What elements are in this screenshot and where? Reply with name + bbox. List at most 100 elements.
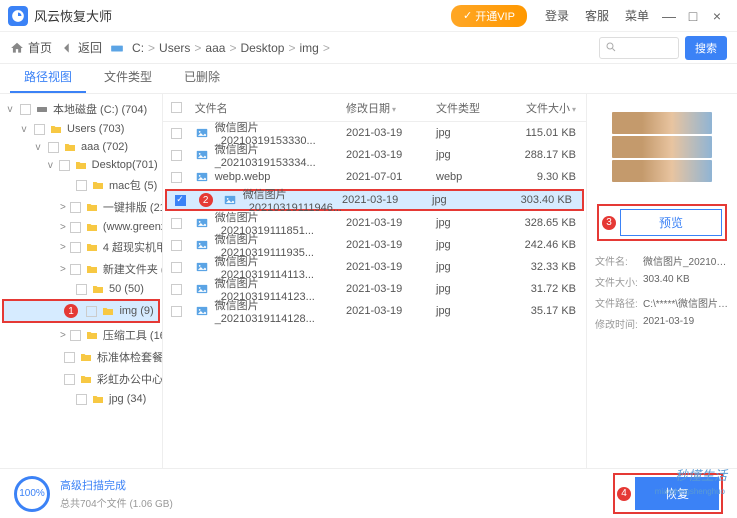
sidebar-tree: v本地磁盘 (C:) (704)vUsers (703)vaaa (702)vD… (0, 94, 163, 468)
tree-item[interactable]: 彩虹办公中心 (0, 368, 162, 390)
tab-路径视图[interactable]: 路径视图 (10, 62, 86, 93)
file-type: jpg (436, 149, 506, 161)
tree-checkbox[interactable] (48, 142, 59, 153)
tree-item[interactable]: 标准体检套餐-上海版 (1) (0, 346, 162, 368)
tree-toggle[interactable]: v (32, 142, 44, 153)
tree-item[interactable]: 50 (50) (0, 280, 162, 298)
tab-文件类型[interactable]: 文件类型 (90, 62, 166, 93)
image-file-icon (195, 238, 209, 252)
col-type[interactable]: 文件类型 (436, 100, 506, 116)
meta-date-val: 2021-03-19 (643, 316, 694, 331)
tree-item[interactable]: 1img (9) (4, 301, 158, 321)
file-checkbox[interactable] (175, 195, 186, 206)
tree-label: mac包 (5) (109, 177, 157, 193)
breadcrumb-item[interactable]: Users (159, 41, 190, 55)
file-checkbox[interactable] (171, 240, 182, 251)
tree-checkbox[interactable] (20, 104, 31, 115)
meta-name-val: 微信图片_20210319... (643, 253, 729, 268)
tree-label: 彩虹办公中心 (97, 371, 163, 387)
tree-checkbox[interactable] (76, 180, 87, 191)
file-checkbox[interactable] (171, 262, 182, 273)
tree-toggle[interactable]: > (60, 264, 66, 275)
breadcrumb-item[interactable]: aaa (205, 41, 225, 55)
tree-checkbox[interactable] (70, 202, 81, 213)
file-row[interactable]: webp.webp2021-07-01webp9.30 KB (163, 166, 586, 188)
tree-checkbox[interactable] (70, 222, 81, 233)
preview-panel: 3 预览 文件名:微信图片_20210319... 文件大小:303.40 KB… (587, 94, 737, 468)
back-button[interactable]: 返回 (60, 39, 102, 56)
file-checkbox[interactable] (171, 284, 182, 295)
breadcrumb-item[interactable]: C: (132, 41, 144, 55)
tree-label: 4 超现实机甲线稿 (278) (103, 239, 163, 255)
home-button[interactable]: 首页 (10, 39, 52, 56)
file-size: 328.65 KB (506, 217, 586, 229)
minimize-button[interactable]: — (657, 4, 681, 28)
file-date: 2021-07-01 (346, 171, 436, 183)
vip-button[interactable]: 开通VIP (451, 5, 527, 27)
tree-item[interactable]: >一键排版 (215) (0, 196, 162, 218)
tree-item[interactable]: >新建文件夹 (46) (0, 258, 162, 280)
col-size[interactable]: 文件大小▾ (506, 100, 586, 116)
progress-circle: 100% (14, 476, 50, 512)
close-button[interactable]: × (705, 4, 729, 28)
file-checkbox[interactable] (171, 128, 182, 139)
search-button[interactable]: 搜索 (685, 36, 727, 60)
file-checkbox[interactable] (171, 172, 182, 183)
file-date: 2021-03-19 (346, 239, 436, 251)
tree-toggle[interactable]: v (18, 124, 30, 135)
tree-checkbox[interactable] (59, 160, 70, 171)
breadcrumb-sep: > (323, 41, 330, 55)
tree-checkbox[interactable] (34, 124, 45, 135)
tree-item[interactable]: jpg (34) (0, 390, 162, 408)
file-row[interactable]: 微信图片_20210319114128...2021-03-19jpg35.17… (163, 300, 586, 322)
select-all-checkbox[interactable] (171, 102, 182, 113)
tab-已删除[interactable]: 已删除 (170, 62, 234, 93)
login-link[interactable]: 登录 (545, 7, 569, 24)
meta-path-label: 文件路径: (595, 295, 643, 310)
image-file-icon (195, 282, 209, 296)
tree-checkbox[interactable] (76, 284, 87, 295)
tree-checkbox[interactable] (76, 394, 87, 405)
menu-link[interactable]: 菜单 (625, 7, 649, 24)
tree-item[interactable]: vDesktop(701) (0, 156, 162, 174)
tree-checkbox[interactable] (70, 242, 81, 253)
file-checkbox[interactable] (171, 150, 182, 161)
service-link[interactable]: 客服 (585, 7, 609, 24)
preview-callout: 3 预览 (597, 204, 727, 241)
tree-item[interactable]: >压缩工具 (16) (0, 324, 162, 346)
tree-label: jpg (34) (109, 393, 146, 405)
tree-toggle[interactable]: > (60, 202, 66, 213)
tree-toggle[interactable]: > (60, 330, 66, 341)
breadcrumb-item[interactable]: Desktop (240, 41, 284, 55)
preview-thumbnails (612, 112, 712, 184)
file-size: 115.01 KB (506, 127, 586, 139)
tree-checkbox[interactable] (64, 374, 75, 385)
tree-toggle[interactable]: v (46, 160, 55, 171)
file-size: 242.46 KB (506, 239, 586, 251)
file-row[interactable]: 2微信图片_20210319111946...2021-03-19jpg303.… (165, 189, 584, 211)
file-row[interactable]: 微信图片_20210319153334...2021-03-19jpg288.1… (163, 144, 586, 166)
tree-toggle[interactable]: v (4, 104, 16, 115)
breadcrumb-item[interactable]: img (300, 41, 319, 55)
tree-item[interactable]: >4 超现实机甲线稿 (278) (0, 236, 162, 258)
tree-checkbox[interactable] (70, 264, 81, 275)
tree-item[interactable]: >(www.greenxf.com) (1) (... (0, 218, 162, 236)
tree-item[interactable]: vUsers (703) (0, 120, 162, 138)
col-date[interactable]: 修改日期▾ (346, 100, 436, 116)
tree-checkbox[interactable] (86, 306, 97, 317)
file-checkbox[interactable] (171, 218, 182, 229)
image-file-icon (195, 260, 209, 274)
tree-item[interactable]: mac包 (5) (0, 174, 162, 196)
col-name[interactable]: 文件名 (191, 100, 346, 116)
tree-checkbox[interactable] (70, 330, 81, 341)
tree-item[interactable]: v本地磁盘 (C:) (704) (0, 98, 162, 120)
tree-toggle[interactable]: > (60, 222, 66, 233)
tree-checkbox[interactable] (64, 352, 75, 363)
file-checkbox[interactable] (171, 306, 182, 317)
file-size: 303.40 KB (502, 194, 582, 206)
preview-button[interactable]: 预览 (620, 209, 722, 236)
tree-toggle[interactable]: > (60, 242, 66, 253)
tree-item[interactable]: vaaa (702) (0, 138, 162, 156)
file-type: jpg (436, 239, 506, 251)
maximize-button[interactable]: □ (681, 4, 705, 28)
